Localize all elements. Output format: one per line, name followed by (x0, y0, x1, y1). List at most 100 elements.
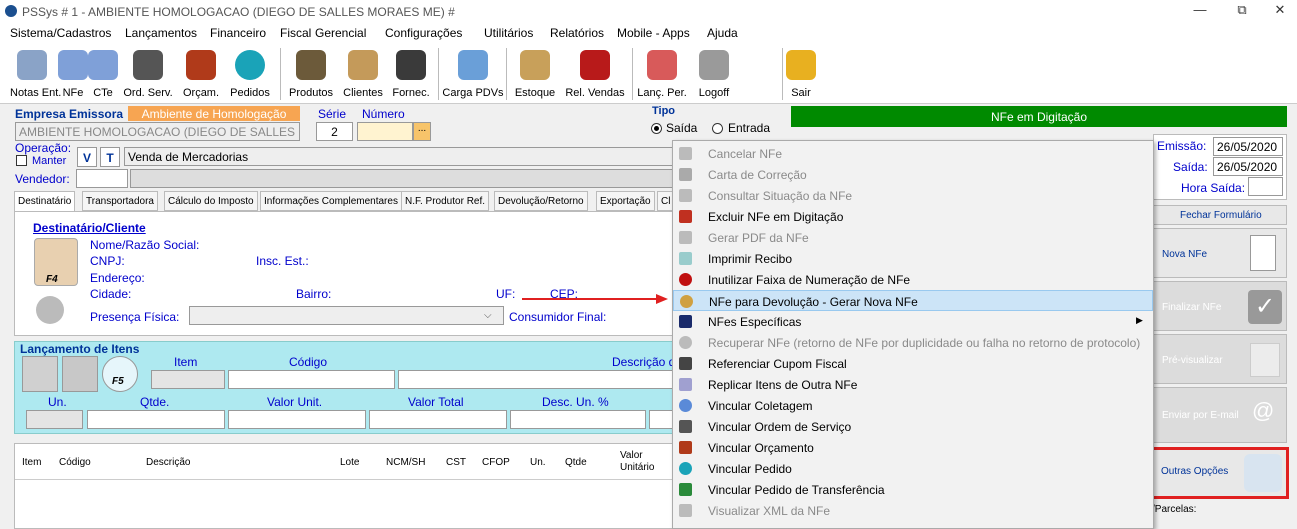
toolbar-ord-serv-button[interactable]: Ord. Serv. (120, 44, 176, 102)
app-logo-icon (5, 5, 17, 17)
minimize-button[interactable]: — (1185, 2, 1215, 20)
toolbar-carga-pdvs-button[interactable]: Carga PDVs (442, 44, 504, 102)
vendedor-code-input[interactable] (76, 169, 128, 188)
toolbar-lanc-per-button[interactable]: Lanç. Per. (636, 44, 688, 102)
saida-input[interactable]: 26/05/2020 (1213, 157, 1283, 176)
toolbar-produtos-button[interactable]: Produtos (284, 44, 338, 102)
menu-mobile-apps[interactable]: Mobile - Apps (617, 26, 690, 40)
menu-item-imprimir-recibo[interactable]: Imprimir Recibo (673, 248, 1153, 269)
tab-transportadora[interactable]: Transportadora (82, 191, 158, 211)
chevron-down-icon[interactable]: ⌵ (484, 310, 492, 321)
toolbar-pedidos-button[interactable]: Pedidos (226, 44, 274, 102)
menu-item-inutilizar-faixa[interactable]: Inutilizar Faixa de Numeração de NFe (673, 269, 1153, 290)
uf-label: UF: (496, 287, 516, 301)
toolbar-orcam-button[interactable]: Orçam. (178, 44, 224, 102)
maximize-button[interactable]: ⧉ (1227, 2, 1257, 20)
menu-item-excluir-nfe[interactable]: Excluir NFe em Digitação (673, 206, 1153, 227)
nova-nfe-button[interactable]: Nova NFe (1153, 228, 1287, 278)
extra-input[interactable] (649, 410, 674, 429)
desc-un-input[interactable] (510, 410, 646, 429)
outras-opcoes-button[interactable]: Outras Opções (1151, 447, 1289, 499)
menu-item-gerar-pdf[interactable]: Gerar PDF da NFe (673, 227, 1153, 248)
finalizar-nfe-button[interactable]: Finalizar NFe ✓ (1153, 281, 1287, 331)
tipo-entrada-radio[interactable] (712, 123, 723, 134)
serie-input[interactable]: 2 (316, 122, 353, 141)
menu-item-vincular-pedido-transferencia[interactable]: Vincular Pedido de Transferência (673, 479, 1153, 500)
checkmark-icon: ✓ (1248, 290, 1282, 324)
operacao-t-button[interactable]: T (100, 147, 120, 167)
descricao-input[interactable] (398, 370, 674, 389)
tab-devolucao-retorno[interactable]: Devolução/Retorno (494, 191, 588, 211)
tab-nf-produtor-ref[interactable]: N.F. Produtor Ref. (401, 191, 490, 211)
menu-item-replicar-itens[interactable]: Replicar Itens de Outra NFe (673, 374, 1153, 395)
menu-fiscal[interactable]: Fiscal (280, 26, 311, 40)
tab-informacoes-complementares[interactable]: Informações Complementares (260, 191, 402, 211)
tab-calculo-imposto[interactable]: Cálculo do Imposto (164, 191, 258, 211)
valor-unit-input[interactable] (228, 410, 366, 429)
transfer-icon (679, 483, 692, 496)
codigo-input[interactable] (228, 370, 395, 389)
close-button[interactable]: ✕ (1265, 2, 1295, 20)
operacao-select[interactable]: Venda de Mercadorias (124, 147, 674, 166)
menu-item-nfe-devolucao[interactable]: NFe para Devolução - Gerar Nova NFe (673, 290, 1153, 311)
hora-saida-input[interactable] (1248, 177, 1283, 196)
un-input[interactable] (26, 410, 83, 429)
fechar-formulario-button[interactable]: Fechar Formulário (1153, 205, 1287, 225)
qtde-input[interactable] (87, 410, 225, 429)
toolbar-cte-button[interactable]: CTe (88, 44, 118, 102)
valor-total-input[interactable] (369, 410, 507, 429)
toolbar-clientes-button[interactable]: Clientes (340, 44, 386, 102)
menu-item-visualizar-xml[interactable]: Visualizar XML da NFe (673, 500, 1153, 521)
menu-item-nfes-especificas[interactable]: NFes Específicas ▶ (673, 311, 1153, 332)
orders-icon (235, 50, 265, 80)
vendedor-name-input[interactable] (130, 169, 674, 188)
menu-item-vincular-orcamento[interactable]: Vincular Orçamento (673, 437, 1153, 458)
new-item-icon[interactable] (22, 356, 58, 392)
item-input[interactable] (151, 370, 225, 389)
sales-chart-icon (580, 50, 610, 80)
person-icon[interactable] (36, 296, 64, 324)
menu-gerencial[interactable]: Gerencial (315, 26, 366, 40)
toolbar-nfe-button[interactable]: NFe (58, 44, 88, 102)
tab-destinatario[interactable]: Destinatário (14, 191, 76, 211)
menu-configuracoes[interactable]: Configurações (385, 26, 462, 40)
tipo-saida-radio[interactable] (651, 123, 662, 134)
enviar-email-button[interactable]: Enviar por E-mail @ (1153, 387, 1287, 443)
toolbar-sair-button[interactable]: Sair (786, 44, 816, 102)
empresa-select[interactable]: AMBIENTE HOMOLOGACAO (DIEGO DE SALLES M (15, 122, 300, 141)
recover-icon (679, 336, 692, 349)
menu-item-cancelar-nfe[interactable]: Cancelar NFe (673, 143, 1153, 164)
toolbar-fornec-button[interactable]: Fornec. (388, 44, 434, 102)
saida-label: Saída: (1173, 160, 1208, 174)
menu-financeiro[interactable]: Financeiro (210, 26, 266, 40)
menu-item-vincular-pedido[interactable]: Vincular Pedido (673, 458, 1153, 479)
menu-sistema[interactable]: Sistema/Cadastros (10, 26, 111, 40)
toolbar-notas-ent-button[interactable]: Notas Ent. (10, 44, 61, 102)
menu-lancamentos[interactable]: Lançamentos (125, 26, 197, 40)
menu-item-recuperar-nfe[interactable]: Recuperar NFe (retorno de NFe por duplic… (673, 332, 1153, 353)
notes-icon (17, 50, 47, 80)
menu-item-referenciar-cupom[interactable]: Referenciar Cupom Fiscal (673, 353, 1153, 374)
document-icon (1250, 235, 1276, 271)
presenca-select[interactable] (189, 306, 504, 325)
menu-item-carta-correcao[interactable]: Carta de Correção (673, 164, 1153, 185)
menu-item-vincular-coletagem[interactable]: Vincular Coletagem (673, 395, 1153, 416)
emissao-input[interactable]: 26/05/2020 (1213, 137, 1283, 156)
menu-utilitarios[interactable]: Utilitários (484, 26, 533, 40)
numero-lookup-button[interactable]: ... (413, 122, 431, 141)
menu-item-consultar-situacao[interactable]: Consultar Situação da NFe (673, 185, 1153, 206)
delete-item-icon[interactable] (62, 356, 98, 392)
manter-checkbox[interactable] (16, 155, 27, 166)
toolbar-logoff-button[interactable]: Logoff (690, 44, 738, 102)
operacao-v-button[interactable]: V (77, 147, 97, 167)
menu-ajuda[interactable]: Ajuda (707, 26, 738, 40)
toolbar-estoque-button[interactable]: Estoque (510, 44, 560, 102)
insc-label: Insc. Est.: (256, 254, 309, 268)
pre-visualizar-button[interactable]: Pré-visualizar (1153, 334, 1287, 384)
menu-item-vincular-ordem-servico[interactable]: Vincular Ordem de Serviço (673, 416, 1153, 437)
toolbar-rel-vendas-button[interactable]: Rel. Vendas (562, 44, 628, 102)
calendar-icon (647, 50, 677, 80)
numero-input[interactable] (357, 122, 413, 141)
tab-exportacao[interactable]: Exportação (596, 191, 655, 211)
menu-relatorios[interactable]: Relatórios (550, 26, 604, 40)
